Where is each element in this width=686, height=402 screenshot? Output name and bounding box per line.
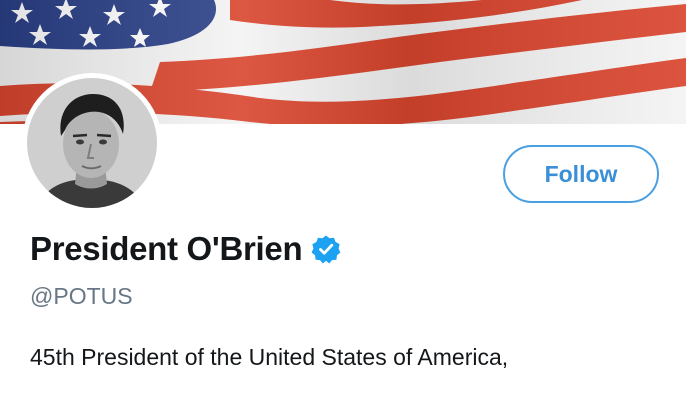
user-handle: @POTUS xyxy=(30,283,133,309)
name-row: President O'Brien xyxy=(30,227,341,271)
avatar-photo xyxy=(27,78,157,208)
profile-bio: 45th President of the United States of A… xyxy=(30,344,509,370)
avatar[interactable] xyxy=(22,73,162,213)
profile-header: Follow President O'Brien @POTUS 45th Pre… xyxy=(0,0,686,402)
follow-button[interactable]: Follow xyxy=(503,145,659,203)
display-name: President O'Brien xyxy=(30,230,303,267)
verified-badge-icon xyxy=(311,235,341,264)
